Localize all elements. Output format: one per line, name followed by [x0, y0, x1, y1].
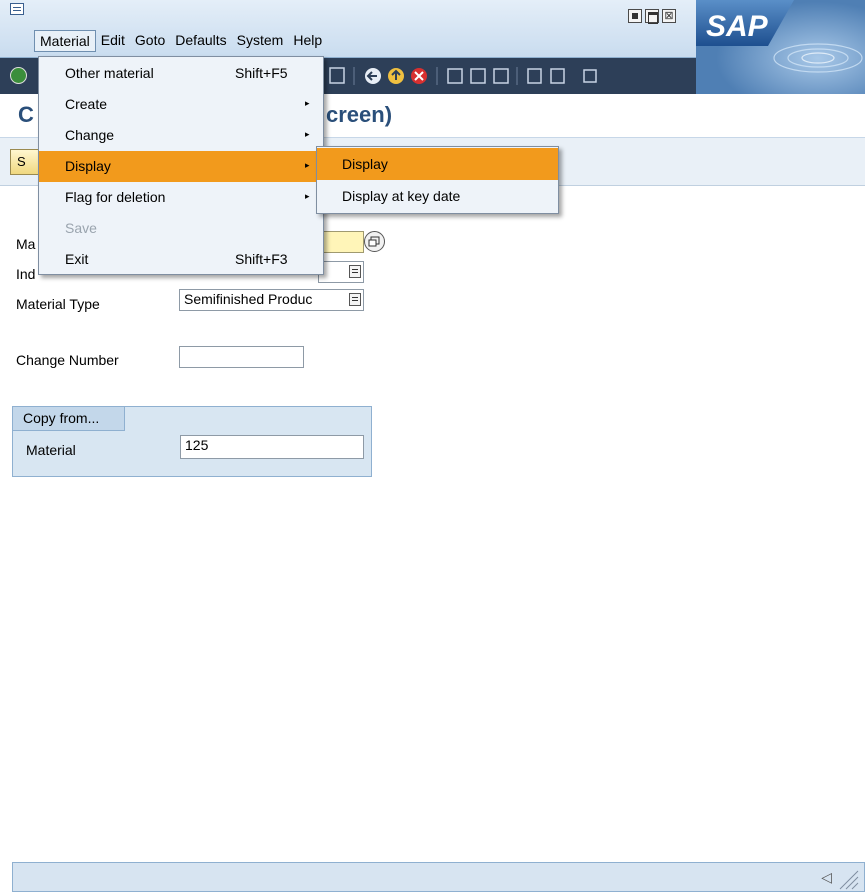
- menu-help[interactable]: Help: [288, 30, 327, 52]
- menu-item-other-material[interactable]: Other material Shift+F5: [39, 58, 323, 89]
- material-type-value: Semifinished Produc: [184, 291, 313, 307]
- copy-material-label: Material: [26, 442, 76, 458]
- minimize-icon[interactable]: [628, 9, 642, 23]
- menu-goto[interactable]: Goto: [130, 30, 170, 52]
- menu-system[interactable]: System: [232, 30, 289, 52]
- copy-from-tab: Copy from...: [13, 407, 125, 431]
- submenu-arrow-icon: ▸: [305, 98, 310, 108]
- exit-icon[interactable]: [388, 68, 404, 84]
- menu-bar: Material Edit Goto Defaults System Help: [34, 30, 327, 52]
- menu-edit[interactable]: Edit: [96, 30, 130, 52]
- display-submenu: Display Display at key date: [316, 146, 559, 214]
- page-title-continued: creen): [326, 102, 393, 127]
- find-icon[interactable]: [470, 68, 486, 84]
- menu-item-create[interactable]: Create ▸: [39, 89, 323, 120]
- menu-material[interactable]: Material: [34, 30, 96, 52]
- status-bar-arrow-icon[interactable]: ◁: [821, 869, 832, 886]
- copy-from-group: Copy from... Material 125: [12, 406, 372, 477]
- last-page-icon[interactable]: [550, 68, 565, 84]
- cancel-icon[interactable]: [411, 68, 427, 84]
- submenu-arrow-icon: ▸: [305, 160, 310, 170]
- dropdown-icon[interactable]: [349, 293, 361, 306]
- industry-sector-label: Ind: [16, 266, 36, 282]
- copy-from-title: Copy from...: [23, 410, 100, 426]
- menu-item-change[interactable]: Change ▸: [39, 120, 323, 151]
- first-page-icon[interactable]: [527, 68, 542, 84]
- print-icon[interactable]: [447, 68, 463, 84]
- change-number-field[interactable]: [179, 346, 304, 368]
- matchcode-glyph: [368, 236, 380, 247]
- layout-menu-icon[interactable]: [583, 69, 597, 83]
- system-menu-icon[interactable]: [10, 3, 24, 15]
- menu-item-display[interactable]: Display ▸: [39, 151, 323, 182]
- material-type-label: Material Type: [16, 296, 100, 312]
- submenu-arrow-icon: ▸: [305, 191, 310, 201]
- save-icon[interactable]: [329, 67, 345, 84]
- menu-item-flag-for-deletion[interactable]: Flag for deletion ▸: [39, 182, 323, 213]
- page-title: C: [18, 102, 34, 127]
- submenu-item-display[interactable]: Display: [317, 148, 558, 180]
- find-next-icon[interactable]: [493, 68, 509, 84]
- submenu-item-display-at-key-date[interactable]: Display at key date: [317, 180, 558, 212]
- material-field[interactable]: [318, 231, 364, 253]
- dropdown-icon[interactable]: [349, 265, 361, 278]
- menu-defaults[interactable]: Defaults: [170, 30, 231, 52]
- material-type-field[interactable]: Semifinished Produc: [179, 289, 364, 311]
- sap-logo-area: SAP: [696, 0, 865, 94]
- change-number-label: Change Number: [16, 352, 119, 368]
- menu-item-save: Save: [65, 220, 97, 236]
- back-icon[interactable]: [365, 68, 381, 84]
- close-icon[interactable]: ⊠: [662, 9, 676, 23]
- copy-material-field[interactable]: 125: [180, 435, 364, 459]
- sap-logo-text: SAP: [706, 10, 769, 43]
- material-label: Ma: [16, 236, 36, 252]
- material-menu-dropdown: Other material Shift+F5 Create ▸ Change ▸ D…: [38, 56, 324, 275]
- industry-sector-field[interactable]: [318, 261, 364, 283]
- status-bar: ◁: [12, 862, 865, 892]
- window-controls: ⊠: [628, 9, 676, 24]
- matchcode-icon[interactable]: [364, 231, 385, 252]
- menu-item-exit[interactable]: Exit Shift+F3: [39, 244, 323, 275]
- maximize-icon[interactable]: [645, 9, 659, 24]
- submenu-arrow-icon: ▸: [305, 129, 310, 139]
- resize-grip-icon[interactable]: [838, 869, 860, 891]
- sap-logo: SAP: [696, 0, 865, 94]
